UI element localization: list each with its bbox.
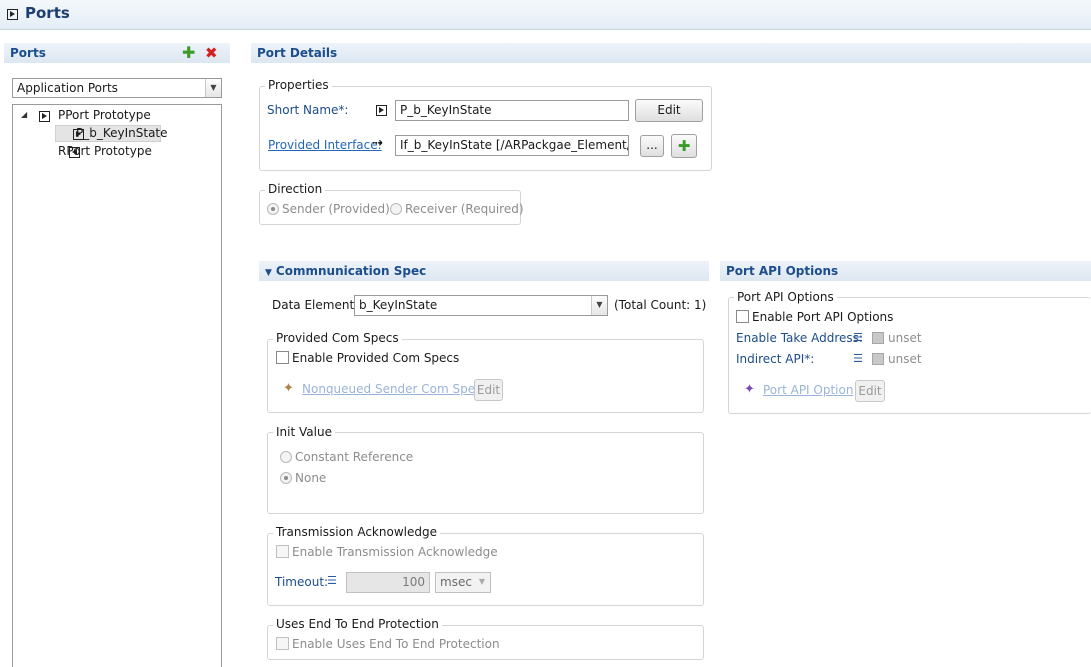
port-api-option-link[interactable]: Port API Option xyxy=(763,383,853,397)
port-api-options-header: Port API Options xyxy=(720,261,1091,281)
sender-radio-label: Sender (Provided) xyxy=(282,202,390,216)
radio-icon xyxy=(280,451,292,463)
init-value-legend: Init Value xyxy=(273,425,335,439)
port-details-title: Port Details xyxy=(257,46,338,60)
e2e-legend: Uses End To End Protection xyxy=(273,617,442,631)
list-icon: ☰ xyxy=(853,331,863,344)
comm-spec-header[interactable]: ▼ Commnunication Spec xyxy=(259,261,709,281)
take-address-checkbox[interactable] xyxy=(872,332,884,344)
ports-panel-header: Ports xyxy=(4,43,230,63)
port-type-value: Application Ports xyxy=(17,81,118,95)
chevron-down-icon[interactable]: ▼ xyxy=(591,296,607,315)
port-api-option-icon: ✦ xyxy=(744,382,755,397)
constant-reference-label: Constant Reference xyxy=(295,450,414,464)
radio-selected-icon xyxy=(280,472,292,484)
sender-radio[interactable]: Sender (Provided) xyxy=(267,202,390,216)
port-api-options-legend: Port API Options xyxy=(734,290,837,304)
enable-e2e-checkbox[interactable]: Enable Uses End To End Protection xyxy=(276,637,500,651)
short-name-field[interactable]: P_b_KeyInState xyxy=(395,100,629,121)
ports-tree: ◢ PPort Prototype P_b_KeyInState RPort P… xyxy=(12,104,222,667)
data-elements-value: b_KeyInState xyxy=(359,298,438,312)
short-name-edit-button[interactable]: Edit xyxy=(635,99,703,122)
enable-e2e-label: Enable Uses End To End Protection xyxy=(292,637,500,651)
indirect-api-label: Indirect API*: xyxy=(736,352,815,366)
window-header: Ports xyxy=(0,0,1091,30)
transmission-group xyxy=(267,533,704,606)
properties-legend: Properties xyxy=(265,78,332,92)
com-spec-icon: ✦ xyxy=(283,381,294,396)
pport-icon xyxy=(39,111,50,122)
tree-item-p-b-keyinstate[interactable]: P_b_KeyInState xyxy=(76,126,168,140)
add-icon: ✚ xyxy=(677,137,691,155)
checkbox-icon xyxy=(276,351,289,364)
short-name-label: Short Name*: xyxy=(267,103,349,117)
window-title: Ports xyxy=(25,4,70,22)
port-details-header: Port Details xyxy=(251,43,1091,63)
provided-com-specs-legend: Provided Com Specs xyxy=(273,331,402,345)
add-interface-button[interactable]: ✚ xyxy=(671,134,697,158)
none-radio[interactable]: None xyxy=(280,471,326,485)
enable-provided-com-specs-label: Enable Provided Com Specs xyxy=(292,351,460,365)
radio-selected-icon xyxy=(267,203,279,215)
timeout-field[interactable]: 100 xyxy=(346,572,430,593)
nonqueued-sender-com-spec-link[interactable]: Nonqueued Sender Com Spec xyxy=(302,382,482,396)
take-address-value: unset xyxy=(888,331,922,345)
port-api-option-edit-button[interactable]: Edit xyxy=(855,380,885,402)
none-radio-label: None xyxy=(295,471,327,485)
data-elements-label: Data Elements xyxy=(272,298,361,312)
port-icon xyxy=(7,9,18,20)
data-elements-select[interactable]: b_KeyInState ▼ xyxy=(354,295,608,316)
chevron-down-icon[interactable]: ▼ xyxy=(205,79,221,97)
constant-reference-radio[interactable]: Constant Reference xyxy=(280,450,413,464)
radio-icon xyxy=(390,203,402,215)
ports-panel-title: Ports xyxy=(10,46,46,60)
init-value-group xyxy=(267,432,704,514)
transmission-legend: Transmission Acknowledge xyxy=(273,525,440,539)
chevron-down-icon[interactable]: ▼ xyxy=(474,573,490,592)
provided-interface-field[interactable]: If_b_KeyInState [/ARPackgae_Element/If_b… xyxy=(395,135,629,156)
port-type-select[interactable]: Application Ports ▼ xyxy=(12,78,222,98)
delete-port-icon[interactable]: ✖ xyxy=(205,45,218,61)
checkbox-icon xyxy=(736,310,749,323)
timeout-value: 100 xyxy=(402,575,425,589)
timeout-unit-select[interactable]: msec ▼ xyxy=(435,572,491,593)
list-icon: ☰ xyxy=(327,574,337,587)
tree-item-rport[interactable]: RPort Prototype xyxy=(58,144,152,158)
enable-transmission-checkbox[interactable]: Enable Transmission Acknowledge xyxy=(276,545,498,559)
tree-item-pport[interactable]: PPort Prototype xyxy=(58,108,151,122)
direction-legend: Direction xyxy=(265,182,326,196)
timeout-unit-value: msec xyxy=(440,575,472,589)
provided-interface-value: If_b_KeyInState [/ARPackgae_Element/If_b… xyxy=(400,138,628,152)
short-name-value: P_b_KeyInState xyxy=(400,103,492,117)
receiver-radio-label: Receiver (Required) xyxy=(405,202,524,216)
checkbox-icon xyxy=(276,545,289,558)
enable-port-api-options-checkbox[interactable]: Enable Port API Options xyxy=(736,310,893,324)
indirect-api-value: unset xyxy=(888,352,922,366)
short-name-port-icon xyxy=(376,105,387,116)
receiver-radio[interactable]: Receiver (Required) xyxy=(390,202,524,216)
expand-arrow-icon[interactable]: ◢ xyxy=(21,110,27,119)
enable-transmission-label: Enable Transmission Acknowledge xyxy=(292,545,498,559)
com-spec-edit-button[interactable]: Edit xyxy=(474,379,503,401)
timeout-label: Timeout: xyxy=(275,575,329,589)
interface-icon: ⇢ xyxy=(372,136,383,151)
checkbox-icon xyxy=(276,637,289,650)
collapse-arrow-icon[interactable]: ▼ xyxy=(265,268,272,278)
indirect-api-checkbox[interactable] xyxy=(872,353,884,365)
enable-port-api-options-label: Enable Port API Options xyxy=(752,310,894,324)
add-port-icon[interactable]: ✚ xyxy=(182,45,195,61)
take-address-label: Enable Take Address: xyxy=(736,331,863,345)
list-icon: ☰ xyxy=(853,352,863,365)
enable-provided-com-specs-checkbox[interactable]: Enable Provided Com Specs xyxy=(276,351,459,365)
port-api-options-title: Port API Options xyxy=(726,264,839,278)
total-count: (Total Count: 1) xyxy=(614,298,707,312)
comm-spec-title: Commnunication Spec xyxy=(275,264,427,278)
provided-interface-link[interactable]: Provided Interface: xyxy=(268,138,382,152)
browse-interface-button[interactable]: ... xyxy=(640,135,664,157)
